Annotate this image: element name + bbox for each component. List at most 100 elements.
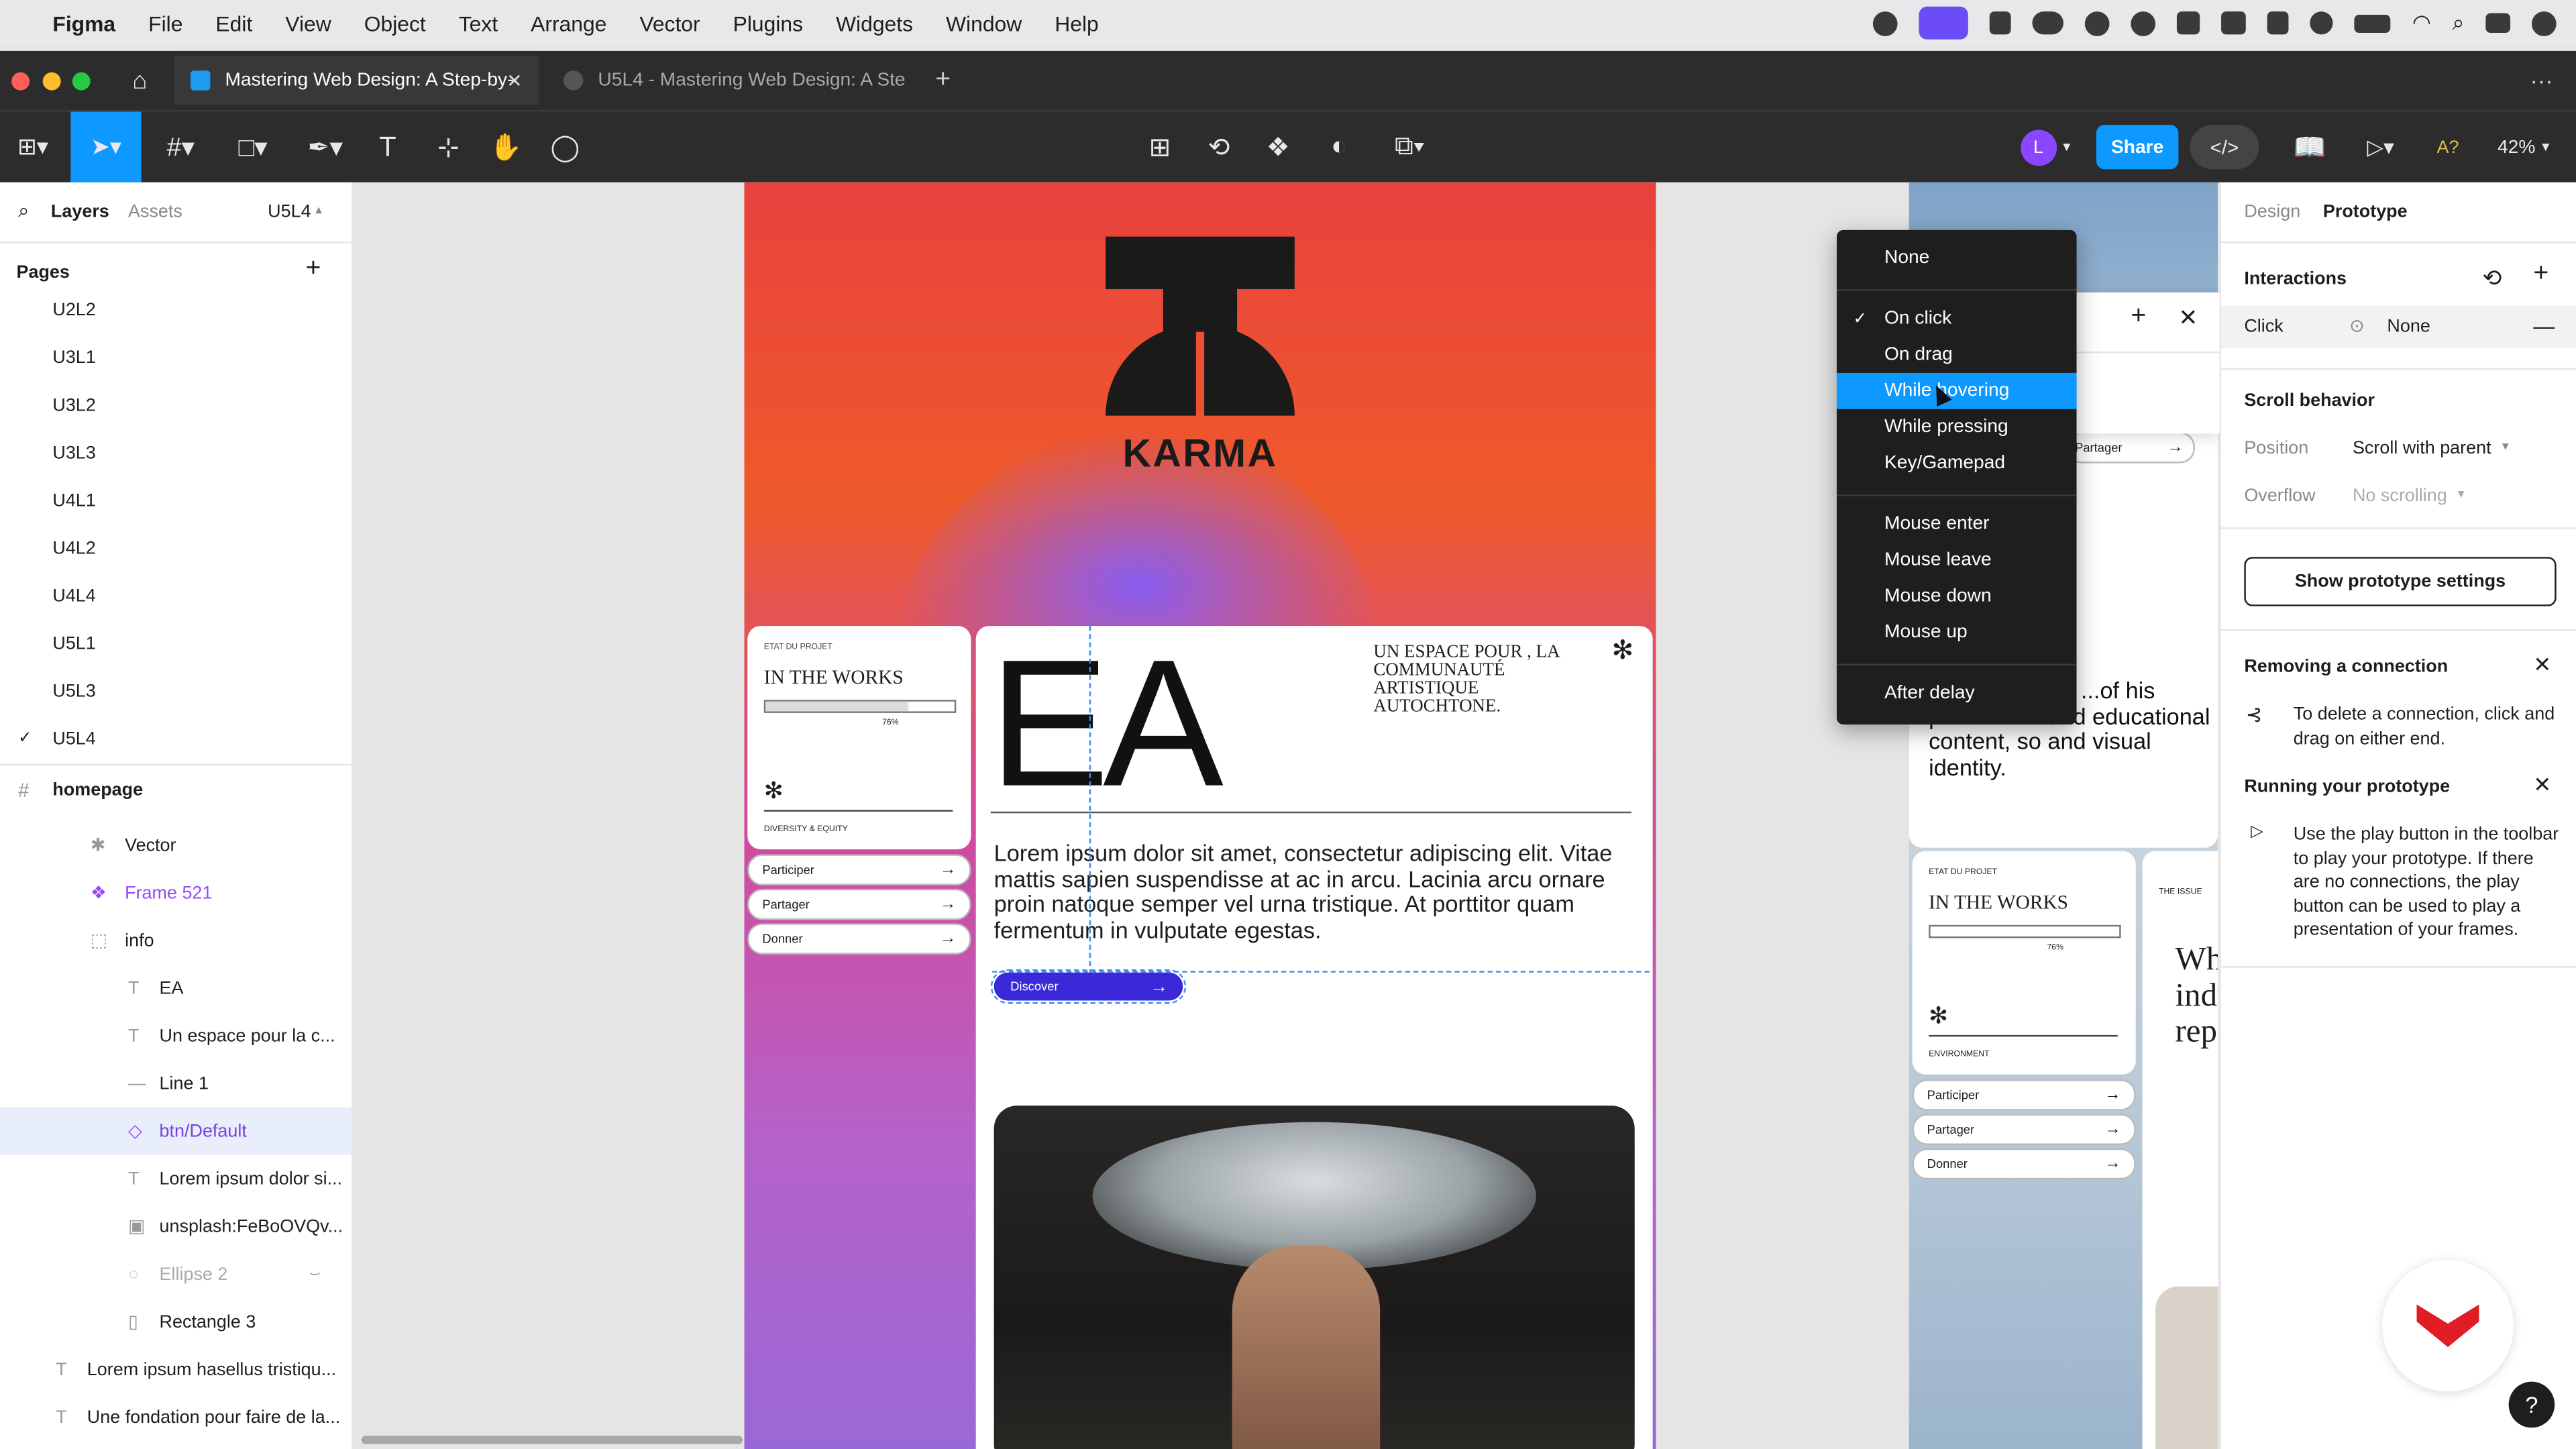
component-set-icon[interactable]: ⟲ xyxy=(1197,112,1240,182)
plugin-widget[interactable] xyxy=(2382,1260,2514,1392)
layer-item[interactable]: ▣ unsplash:FeBoOVQv... xyxy=(0,1203,352,1250)
info-card[interactable]: EA UN ESPACE POUR , LA COMMUNAUTÉ ARTIST… xyxy=(975,625,1653,1449)
trigger-on-drag[interactable]: On drag xyxy=(1837,337,2077,373)
overflow-select[interactable]: No scrolling xyxy=(2353,486,2447,506)
layer-item[interactable]: — Line 1 xyxy=(0,1060,352,1108)
menu-arrange[interactable]: Arrange xyxy=(531,11,606,36)
add-page-icon[interactable]: + xyxy=(306,255,321,284)
siri-icon[interactable] xyxy=(2531,10,2557,36)
add-interaction-icon[interactable]: + xyxy=(2533,260,2548,289)
horizontal-scrollbar[interactable] xyxy=(361,1436,743,1444)
close-icon[interactable]: ✕ xyxy=(2533,772,2551,798)
tab-mastering-web-design[interactable]: Mastering Web Design: A Step-by- ✕ xyxy=(174,56,539,105)
homepage-frame[interactable]: KARMA ETAT DU PROJET IN THE WORKS 76% ✻ … xyxy=(744,182,1656,1449)
trigger-mouse-up[interactable]: Mouse up xyxy=(1837,614,2077,651)
battery-icon[interactable] xyxy=(2355,13,2392,32)
hidden-eye-icon[interactable]: ⌣ xyxy=(309,1263,321,1285)
main-menu-icon[interactable]: ⊞▾ xyxy=(5,112,60,182)
tab-prototype[interactable]: Prototype xyxy=(2323,202,2408,221)
search-icon[interactable]: ⌕ xyxy=(2453,10,2465,36)
share-button[interactable]: Share xyxy=(2096,125,2179,170)
tab-u5l4[interactable]: U5L4 - Mastering Web Design: A Ste xyxy=(549,56,914,105)
shape-tool-icon[interactable]: □▾ xyxy=(223,112,282,182)
shield-icon[interactable] xyxy=(2267,11,2290,35)
remove-interaction-icon[interactable]: — xyxy=(2533,314,2555,339)
trigger-key-gamepad[interactable]: Key/Gamepad xyxy=(1837,445,2077,482)
donner-button[interactable]: Donner → xyxy=(1912,1148,2136,1180)
text-tool-icon[interactable]: T xyxy=(366,112,409,182)
layer-item[interactable]: ⬚ info xyxy=(0,917,352,965)
close-window-icon[interactable] xyxy=(11,72,30,91)
trigger-while-pressing[interactable]: While pressing xyxy=(1837,409,2077,445)
butterfly-icon[interactable] xyxy=(2221,11,2247,35)
layer-item[interactable]: ▯ Rectangle 3 xyxy=(0,1298,352,1346)
new-tab-icon[interactable]: + xyxy=(926,51,959,110)
help-button[interactable]: ? xyxy=(2508,1381,2555,1428)
page-selector[interactable]: U5L4 xyxy=(268,202,311,221)
menu-text[interactable]: Text xyxy=(459,11,498,36)
menu-file[interactable]: File xyxy=(148,11,182,36)
menu-help[interactable]: Help xyxy=(1055,11,1099,36)
resources-icon[interactable]: ⊹ xyxy=(427,112,470,182)
move-tool-icon[interactable]: ➤▾ xyxy=(70,111,142,182)
layer-item[interactable]: T Un espace pour la c... xyxy=(0,1012,352,1060)
trigger-while-hovering[interactable]: While hovering xyxy=(1836,372,2077,409)
close-icon[interactable]: ✕ xyxy=(2533,652,2551,678)
show-prototype-settings-button[interactable]: Show prototype settings xyxy=(2244,557,2557,606)
library-icon[interactable]: 📖 xyxy=(2288,112,2331,182)
participer-button[interactable]: Participer → xyxy=(747,854,971,886)
tray-app-icon-3[interactable] xyxy=(2131,10,2157,36)
contrast-icon[interactable]: ◐ xyxy=(1318,112,1360,182)
layer-item-hidden[interactable]: ○ Ellipse 2 ⌣ xyxy=(0,1250,352,1298)
menu-view[interactable]: View xyxy=(285,11,331,36)
minimize-window-icon[interactable] xyxy=(42,72,61,91)
discover-button[interactable]: Discover → xyxy=(990,969,1187,1004)
layer-item-selected[interactable]: ◇ btn/Default xyxy=(0,1107,352,1155)
partager-button[interactable]: Partager → xyxy=(747,888,971,920)
chevron-up-icon[interactable]: ▴ xyxy=(315,202,322,217)
tab-design[interactable]: Design xyxy=(2244,202,2300,221)
position-select[interactable]: Scroll with parent xyxy=(2353,439,2491,458)
trigger-after-delay[interactable]: After delay xyxy=(1837,676,2077,712)
layer-item[interactable]: T EA xyxy=(0,965,352,1012)
tray-app-icon-2[interactable] xyxy=(2085,10,2110,36)
page-item[interactable]: U4L2 xyxy=(0,524,352,572)
maximize-window-icon[interactable] xyxy=(72,72,91,91)
figma-tray-icon[interactable] xyxy=(1990,11,2012,35)
trigger-on-click[interactable]: ✓ On click xyxy=(1837,301,2077,337)
comment-tool-icon[interactable]: ◯ xyxy=(544,112,587,182)
search-icon[interactable]: ⌕ xyxy=(18,199,29,223)
pen-tool-icon[interactable]: ✒▾ xyxy=(296,112,355,182)
tray-app-icon-4[interactable] xyxy=(2177,11,2201,35)
layer-frame-homepage[interactable]: # homepage xyxy=(0,765,352,813)
trigger-mouse-enter[interactable]: Mouse enter xyxy=(1837,506,2077,542)
page-item[interactable]: U2L2 xyxy=(0,286,352,333)
page-item[interactable]: U3L2 xyxy=(0,381,352,429)
status-card-2[interactable]: ETAT DU PROJET IN THE WORKS 76% ✻ ENVIRO… xyxy=(1912,851,2136,1075)
home-icon[interactable]: ⌂ xyxy=(115,51,164,110)
page-item[interactable]: U4L1 xyxy=(0,476,352,524)
menu-widgets[interactable]: Widgets xyxy=(836,11,913,36)
cloud-icon[interactable] xyxy=(2033,11,2064,35)
frame-tool-icon[interactable]: #▾ xyxy=(151,112,210,182)
menu-object[interactable]: Object xyxy=(364,11,426,36)
menu-vector[interactable]: Vector xyxy=(639,11,700,36)
layout-grid-icon[interactable]: ⊞ xyxy=(1138,112,1181,182)
missing-fonts-icon[interactable]: A? xyxy=(2428,112,2468,182)
hand-tool-icon[interactable]: ✋ xyxy=(484,112,527,182)
add-action-icon[interactable]: + xyxy=(2131,303,2146,332)
avatar-menu[interactable]: L ▾ xyxy=(2011,112,2080,182)
wifi-icon[interactable]: ◠ xyxy=(2412,10,2431,36)
partager-button[interactable]: Partager → xyxy=(1912,1114,2136,1145)
page-item[interactable]: U5L1 xyxy=(0,619,352,667)
close-tab-icon[interactable]: ✕ xyxy=(506,69,523,92)
donner-button[interactable]: Donner → xyxy=(747,923,971,955)
close-icon[interactable]: ✕ xyxy=(2178,304,2198,332)
present-icon[interactable]: ▷▾ xyxy=(2353,112,2408,182)
layer-item[interactable]: T Lorem ipsum dolor si... xyxy=(0,1155,352,1203)
status-card[interactable]: ETAT DU PROJET IN THE WORKS 76% ✻ DIVERS… xyxy=(747,626,971,850)
partial-partager-button[interactable]: Partager → xyxy=(2066,432,2195,464)
page-item[interactable]: U3L3 xyxy=(0,429,352,476)
flow-icon[interactable]: ⟲ xyxy=(2482,264,2502,292)
page-item[interactable]: U3L1 xyxy=(0,333,352,381)
